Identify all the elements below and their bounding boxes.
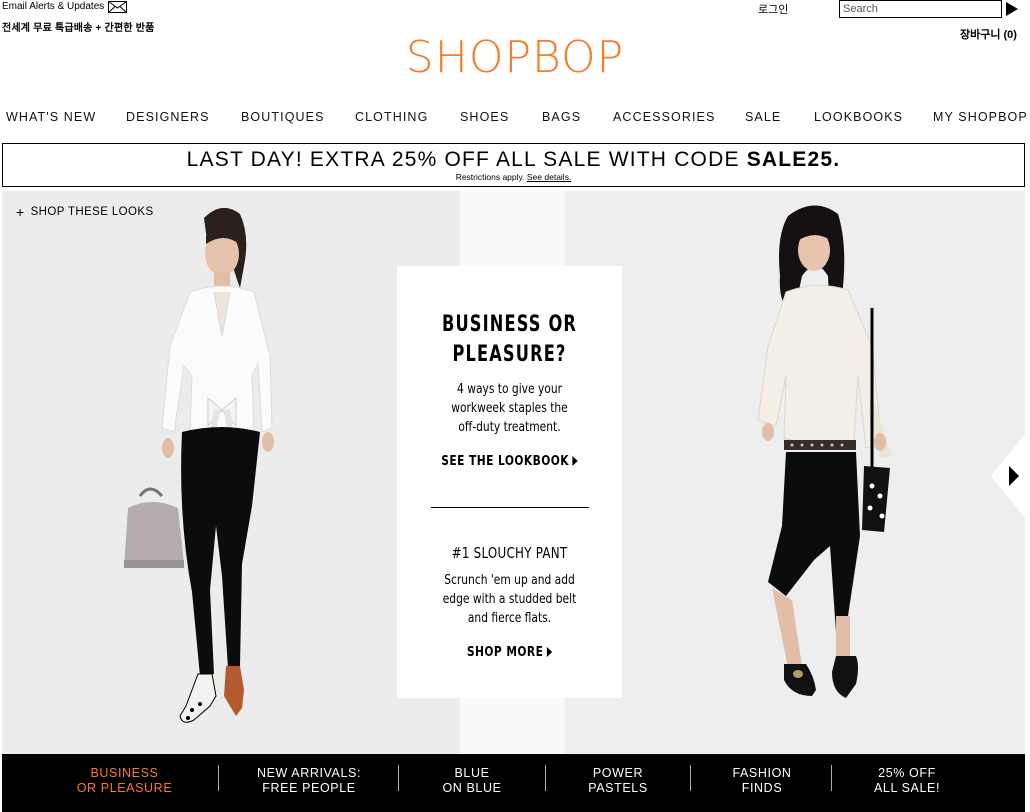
- search-submit-icon[interactable]: [1006, 2, 1018, 16]
- card-description-2: Scrunch 'em up and add edge with a studd…: [411, 571, 609, 628]
- model-left-image[interactable]: [112, 196, 312, 751]
- tab-line2[interactable]: OR PLEASURE: [77, 781, 173, 795]
- promo-headline[interactable]: LAST DAY! EXTRA 25% OFF ALL SALE WITH CO…: [3, 148, 1024, 172]
- card-description-line2: workweek staples the: [451, 400, 568, 416]
- card-title: BUSINESS OR PLEASURE?: [417, 310, 602, 370]
- tab-line2[interactable]: PASTELS: [588, 781, 648, 795]
- tab-line1[interactable]: 25% OFF: [878, 766, 936, 780]
- card-description-line3: off-duty treatment.: [458, 419, 561, 435]
- promo-banner[interactable]: LAST DAY! EXTRA 25% OFF ALL SALE WITH CO…: [2, 143, 1025, 187]
- promo-fine-print: Restrictions apply. See details.: [3, 172, 1024, 183]
- model-right-image[interactable]: [732, 196, 932, 751]
- see-lookbook-button[interactable]: SEE THE LOOKBOOK: [411, 453, 609, 469]
- hero-carousel: + SHOP THESE LOOKS BUSINESS OR PLEASURE?…: [2, 191, 1025, 754]
- nav-designers[interactable]: DESIGNERS: [126, 110, 210, 124]
- nav-sale[interactable]: SALE: [745, 110, 781, 124]
- arrow-right-icon[interactable]: [546, 647, 553, 657]
- promo-code[interactable]: SALE25.: [747, 148, 841, 171]
- tab-25-off-all-sale[interactable]: 25% OFF ALL SALE!: [847, 766, 967, 796]
- hero-content-card: BUSINESS OR PLEASURE? 4 ways to give you…: [397, 266, 622, 698]
- arrow-right-icon[interactable]: [572, 456, 578, 466]
- nav-shoes[interactable]: SHOES: [460, 110, 509, 124]
- tab-line1[interactable]: FASHION: [732, 766, 791, 780]
- tab-separator: [545, 765, 546, 791]
- card-title-line2: PLEASURE?: [452, 342, 567, 367]
- tab-line1[interactable]: BUSINESS: [90, 766, 158, 780]
- nav-my-shopbop[interactable]: MY SHOPBOP: [933, 110, 1028, 124]
- shopbop-logo[interactable]: SHOPBOP: [0, 32, 1030, 83]
- tab-separator: [690, 765, 691, 791]
- tab-line2[interactable]: FREE PEOPLE: [262, 781, 355, 795]
- tab-blue-on-blue[interactable]: BLUE ON BLUE: [412, 766, 532, 796]
- tab-separator: [398, 765, 399, 791]
- nav-whats-new[interactable]: WHAT'S NEW: [6, 110, 96, 124]
- tab-line1[interactable]: BLUE: [454, 766, 489, 780]
- nav-clothing[interactable]: CLOTHING: [355, 110, 428, 124]
- tab-line1[interactable]: POWER: [593, 766, 643, 780]
- see-lookbook-label[interactable]: SEE THE LOOKBOOK: [441, 453, 569, 469]
- promo-restrictions: Restrictions apply.: [455, 172, 525, 182]
- card-title-line1: BUSINESS OR: [441, 312, 578, 337]
- nav-lookbooks[interactable]: LOOKBOOKS: [814, 110, 903, 124]
- plus-icon[interactable]: +: [16, 205, 25, 219]
- login-link[interactable]: 로그인: [758, 1, 788, 17]
- tab-line2[interactable]: FINDS: [742, 781, 783, 795]
- email-alerts-link[interactable]: Email Alerts & Updates: [2, 0, 155, 13]
- tab-separator: [218, 765, 219, 791]
- email-alerts-label[interactable]: Email Alerts & Updates: [2, 0, 104, 13]
- card-description-2-line1: Scrunch 'em up and add: [444, 572, 575, 588]
- tab-new-arrivals-free-people[interactable]: NEW ARRIVALS: FREE PEOPLE: [234, 766, 384, 796]
- tab-separator: [831, 765, 832, 791]
- nav-boutiques[interactable]: BOUTIQUES: [241, 110, 325, 124]
- envelope-icon[interactable]: [108, 0, 128, 13]
- card-description-2-line2: edge with a studded belt: [442, 591, 577, 607]
- tab-line2[interactable]: ALL SALE!: [874, 781, 940, 795]
- carousel-next-icon[interactable]: [991, 434, 1025, 518]
- tab-power-pastels[interactable]: POWER PASTELS: [558, 766, 678, 796]
- carousel-tab-bar: BUSINESS OR PLEASURE NEW ARRIVALS: FREE …: [2, 754, 1025, 812]
- tab-business-or-pleasure[interactable]: BUSINESS OR PLEASURE: [62, 766, 187, 796]
- utility-left: Email Alerts & Updates 전세계 무료 특급배송 + 간편한…: [2, 0, 155, 35]
- card-description-line1: 4 ways to give your: [457, 381, 562, 397]
- tab-line1[interactable]: NEW ARRIVALS:: [257, 766, 361, 780]
- tab-line2[interactable]: ON BLUE: [442, 781, 501, 795]
- card-description-2-line3: and fierce flats.: [467, 610, 552, 626]
- promo-headline-text[interactable]: LAST DAY! EXTRA 25% OFF ALL SALE WITH CO…: [187, 148, 747, 171]
- card-description: 4 ways to give your workweek staples the…: [411, 380, 609, 437]
- nav-bags[interactable]: BAGS: [542, 110, 581, 124]
- shop-more-label[interactable]: SHOP MORE: [467, 644, 544, 660]
- tab-fashion-finds[interactable]: FASHION FINDS: [702, 766, 822, 796]
- shop-more-button[interactable]: SHOP MORE: [411, 644, 609, 660]
- nav-accessories[interactable]: ACCESSORIES: [613, 110, 715, 124]
- promo-details-link[interactable]: See details.: [527, 172, 571, 182]
- search-input[interactable]: [839, 0, 1002, 18]
- main-nav: WHAT'S NEW DESIGNERS BOUTIQUES CLOTHING …: [0, 110, 1030, 126]
- card-divider: [430, 507, 589, 508]
- card-subtitle: #1 SLOUCHY PANT: [451, 544, 568, 562]
